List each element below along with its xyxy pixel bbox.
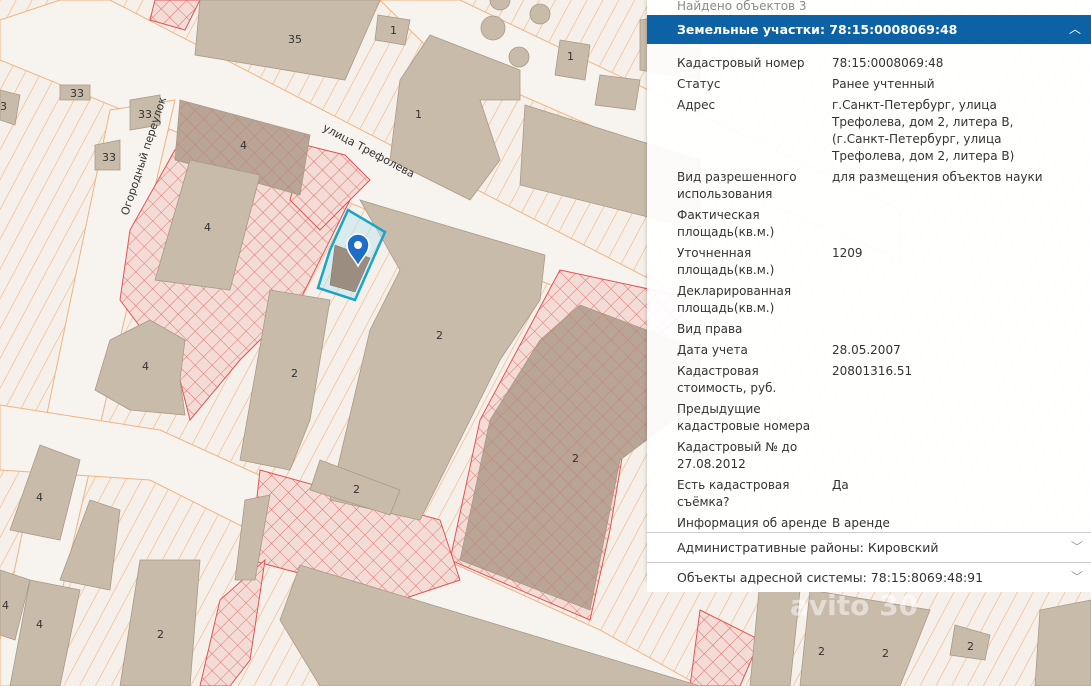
svg-text:4: 4 <box>36 491 43 504</box>
address-objects-label: Объекты адресной системы: 78:15:8069:48:… <box>677 570 984 585</box>
svg-text:4: 4 <box>204 221 211 234</box>
svg-text:2: 2 <box>572 452 579 465</box>
svg-text:1: 1 <box>567 50 574 63</box>
svg-text:3: 3 <box>0 100 7 113</box>
chevron-down-icon[interactable]: ﹀ <box>1071 533 1083 562</box>
parcel-details: Кадастровый номер 78:15:0008069:48 Статус… <box>647 44 1091 532</box>
detail-row: Кадастровая стоимость, руб. 20801316.51 <box>677 364 913 395</box>
svg-text:2: 2 <box>818 645 825 658</box>
svg-text:2: 2 <box>967 640 974 653</box>
svg-text:4: 4 <box>240 139 247 152</box>
address-objects-accordion[interactable]: Объекты адресной системы: 78:15:8069:48:… <box>647 562 1091 592</box>
admin-districts-label: Административные районы: Кировский <box>677 540 939 555</box>
detail-row: Дата учета 28.05.2007 <box>677 343 901 357</box>
svg-text:1: 1 <box>390 24 397 37</box>
svg-text:33: 33 <box>70 87 84 100</box>
detail-row: Есть кадастровая съёмка? Да <box>677 478 849 509</box>
svg-text:1: 1 <box>415 108 422 121</box>
svg-text:2: 2 <box>353 483 360 496</box>
svg-text:4: 4 <box>36 618 43 631</box>
svg-text:2: 2 <box>157 628 164 641</box>
detail-row: Статус Ранее учтенный <box>677 77 935 91</box>
detail-row: Предыдущие кадастровые номера <box>677 402 811 433</box>
detail-row: Уточненная площадь(кв.м.) 1209 <box>677 246 863 277</box>
detail-row: Информация об аренде В аренде <box>677 516 890 530</box>
svg-text:4: 4 <box>2 599 9 612</box>
chevron-up-icon[interactable]: ︿ <box>1069 15 1081 44</box>
svg-text:2: 2 <box>291 367 298 380</box>
found-objects-count: Найдено объектов 3 <box>677 0 807 13</box>
detail-row: Кадастровый № до 27.08.2012 <box>677 440 798 471</box>
land-plots-header[interactable]: Земельные участки: 78:15:0008069:48 ︿ <box>647 15 1091 44</box>
detail-row: Фактическая площадь(кв.м.) <box>677 208 775 239</box>
chevron-down-icon[interactable]: ﹀ <box>1071 563 1083 592</box>
admin-districts-accordion[interactable]: Административные районы: Кировский ﹀ <box>647 532 1091 562</box>
svg-text:33: 33 <box>138 108 152 121</box>
detail-row: Адрес г.Санкт-Петербург, улица Трефолева,… <box>677 98 1015 163</box>
svg-text:2: 2 <box>436 329 443 342</box>
detail-row: Кадастровый номер 78:15:0008069:48 <box>677 56 944 70</box>
info-panel: Найдено объектов 3 Земельные участки: 78… <box>647 0 1091 592</box>
svg-text:4: 4 <box>142 360 149 373</box>
detail-row: Вид разрешенного использования для размещ… <box>677 170 1043 201</box>
svg-text:2: 2 <box>882 647 889 660</box>
svg-text:35: 35 <box>288 33 302 46</box>
section-title: Земельные участки: 78:15:0008069:48 <box>677 22 958 37</box>
svg-text:33: 33 <box>102 151 116 164</box>
watermark: avito 30 <box>790 589 918 622</box>
detail-row: Вид права <box>677 322 743 336</box>
detail-row: Декларированная площадь(кв.м.) <box>677 284 792 315</box>
